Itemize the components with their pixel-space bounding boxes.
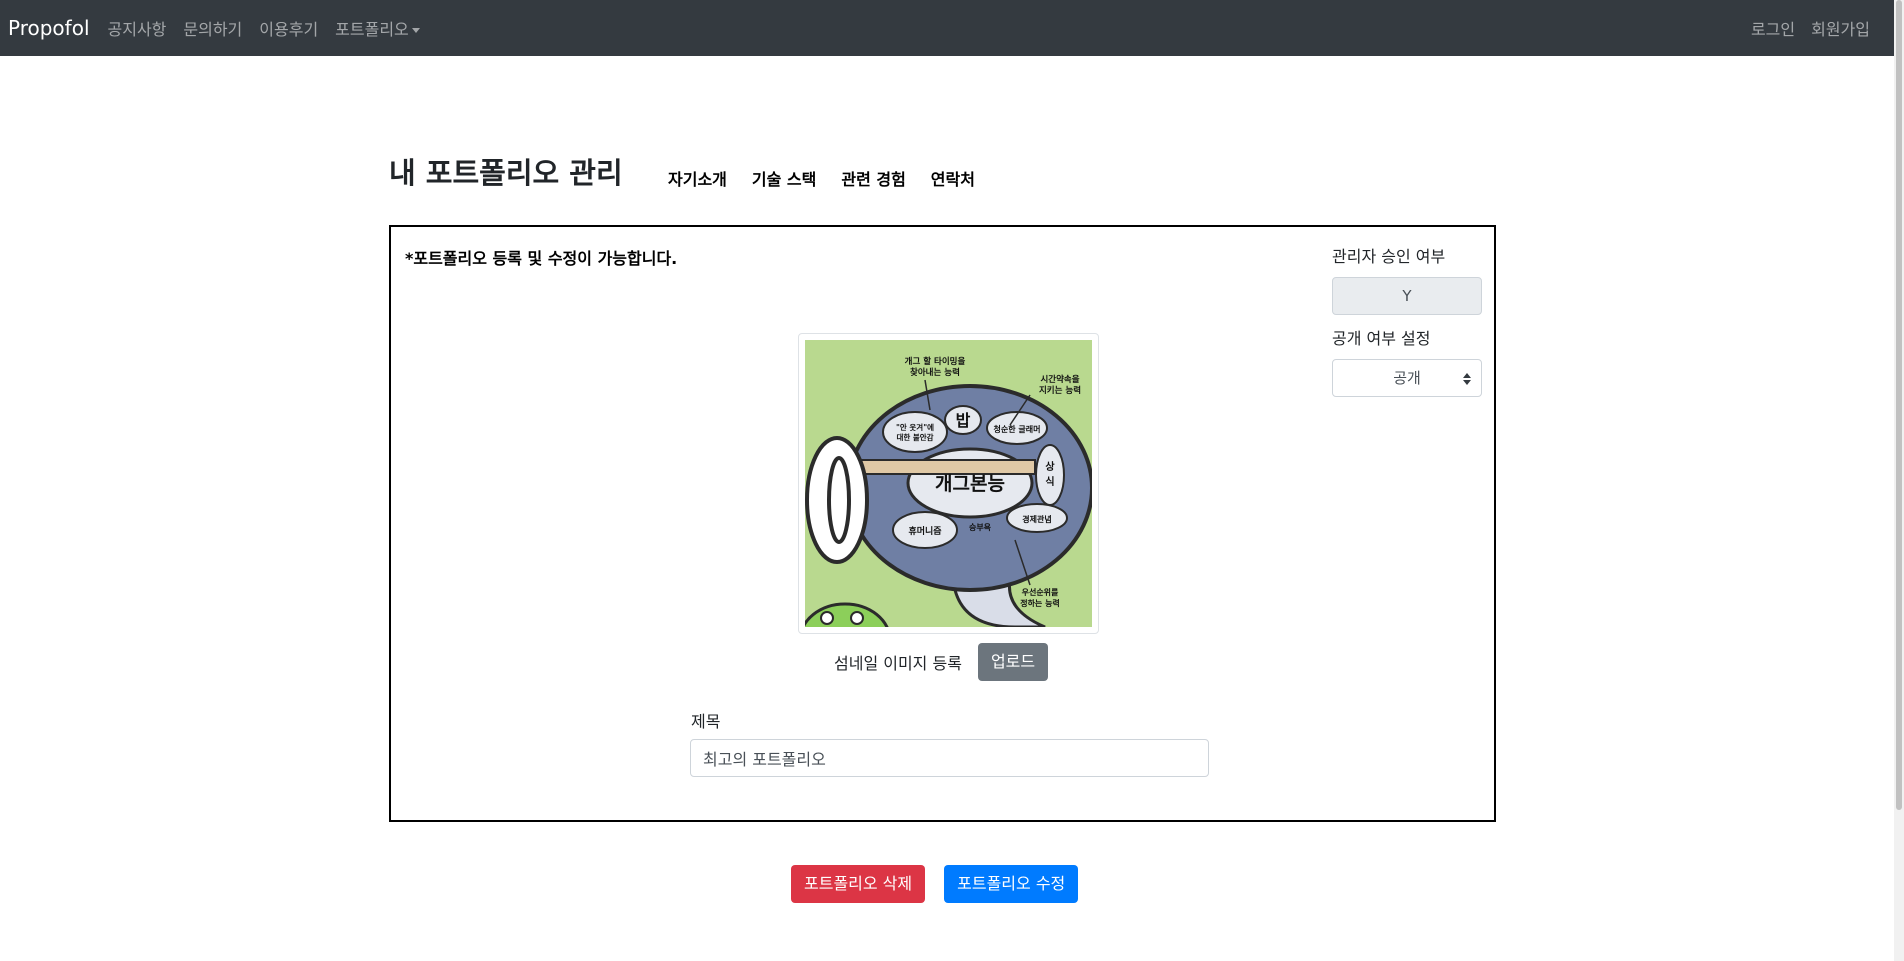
nav-dropdown-portfolio-label: 포트폴리오 [335, 20, 409, 39]
page-title: 내 포트폴리오 관리 [389, 156, 623, 190]
svg-text:정하는 능력: 정하는 능력 [1020, 598, 1060, 608]
svg-text:상: 상 [1045, 460, 1055, 473]
svg-text:"안 웃겨"에: "안 웃겨"에 [896, 422, 934, 432]
nav-link-login[interactable]: 로그인 [1751, 16, 1795, 40]
thumbnail-preview: 개그 할 타이밍을 찾아내는 능력 시간약속을 지키는 능력 밥 청순한 글래머… [798, 333, 1099, 678]
portfolio-form-panel: *포트폴리오 등록 및 수정이 가능합니다. 관리자 승인 여부 Y 공개 여부… [389, 225, 1496, 822]
svg-text:개그본능: 개그본능 [935, 473, 1005, 495]
svg-text:청순한 글래머: 청순한 글래머 [994, 424, 1041, 434]
title-input[interactable] [690, 739, 1209, 777]
svg-text:찾아내는 능력: 찾아내는 능력 [910, 367, 960, 378]
select-arrows-icon [1463, 373, 1471, 385]
subnav-tech-stack[interactable]: 기술 스택 [752, 166, 816, 190]
nav-link-reviews[interactable]: 이용후기 [259, 16, 318, 40]
thumbnail-image: 개그 할 타이밍을 찾아내는 능력 시간약속을 지키는 능력 밥 청순한 글래머… [798, 340, 1094, 678]
thumbnail-upload-row: 섬네일 이미지 등록 업로드 [834, 643, 1049, 681]
form-actions: 포트폴리오 삭제 포트폴리오 수정 [791, 865, 1097, 903]
caret-down-icon [411, 28, 420, 33]
brand-logo[interactable]: Propofol [8, 16, 90, 40]
edit-portfolio-button[interactable]: 포트폴리오 수정 [944, 865, 1079, 903]
nav-link-inquiry[interactable]: 문의하기 [183, 16, 242, 40]
title-label: 제목 [691, 712, 721, 731]
upload-button[interactable]: 업로드 [977, 643, 1049, 681]
settings-column: 관리자 승인 여부 Y 공개 여부 설정 공개 [1332, 243, 1482, 397]
public-setting-value: 공개 [1393, 369, 1421, 387]
svg-text:우선순위를: 우선순위를 [1022, 587, 1059, 597]
nav-dropdown-portfolio[interactable]: 포트폴리오 [335, 16, 420, 40]
public-setting-label: 공개 여부 설정 [1332, 329, 1431, 348]
svg-text:개그 할 타이밍을: 개그 할 타이밍을 [905, 356, 966, 367]
nav-link-signup[interactable]: 회원가입 [1811, 16, 1870, 40]
svg-text:승부욕: 승부욕 [969, 522, 992, 532]
svg-text:경제관념: 경제관념 [1022, 514, 1051, 524]
nav-right-group: 로그인 회원가입 [1735, 0, 1870, 56]
subnav-experience[interactable]: 관련 경험 [841, 166, 905, 190]
approval-label: 관리자 승인 여부 [1332, 247, 1446, 266]
approval-status-field: Y [1332, 277, 1482, 315]
svg-text:휴머니즘: 휴머니즘 [908, 525, 941, 537]
public-setting-select[interactable]: 공개 [1332, 359, 1482, 397]
svg-text:대한 불안감: 대한 불안감 [896, 432, 933, 442]
scrollbar-thumb[interactable] [1896, 0, 1902, 810]
delete-portfolio-button[interactable]: 포트폴리오 삭제 [791, 865, 926, 903]
thumbnail-label: 섬네일 이미지 등록 [834, 654, 962, 673]
svg-text:식: 식 [1045, 475, 1054, 488]
svg-text:밥: 밥 [956, 411, 971, 430]
subnav-intro[interactable]: 자기소개 [668, 166, 727, 190]
form-notice: *포트폴리오 등록 및 수정이 가능합니다. [405, 249, 678, 268]
section-subnav: 자기소개 기술 스택 관련 경험 연락처 [668, 166, 1000, 190]
top-navbar: Propofol 공지사항 문의하기 이용후기 포트폴리오 로그인 회원가입 [0, 0, 1894, 56]
svg-text:시간약속을: 시간약속을 [1040, 374, 1079, 385]
nav-link-notice[interactable]: 공지사항 [108, 16, 167, 40]
subnav-contact[interactable]: 연락처 [931, 166, 975, 190]
svg-text:지키는 능력: 지키는 능력 [1039, 385, 1081, 396]
